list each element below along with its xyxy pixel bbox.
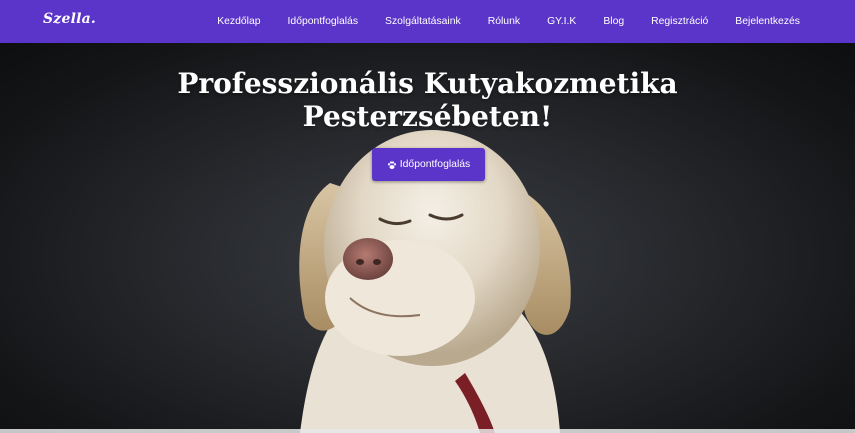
nav-item-rolunk[interactable]: Rólunk [488,16,520,27]
nav-item-kezdolap[interactable]: Kezdőlap [217,16,260,27]
nav-item-gyik[interactable]: GY.I.K [547,16,576,27]
nav-item-regisztracio[interactable]: Regisztráció [651,16,708,27]
brand-logo[interactable]: Szella. [43,11,96,27]
nav-item-szolgaltatasaink[interactable]: Szolgáltatásaink [385,16,461,27]
top-navbar: Szella. Kezdőlap Időpontfoglalás Szolgál… [0,0,855,43]
nav-item-idopontfoglalas[interactable]: Időpontfoglalás [288,16,358,27]
hero-headline: Professzionális Kutyakozmetika Pesterzsé… [0,67,855,133]
booking-cta-button[interactable]: Időpontfoglalás [372,148,485,181]
hero-section: Professzionális Kutyakozmetika Pesterzsé… [0,43,855,433]
nav-item-blog[interactable]: Blog [603,16,624,27]
main-nav: Kezdőlap Időpontfoglalás Szolgáltatásain… [217,0,800,43]
hero-headline-line2: Pesterzsébeten! [302,100,553,133]
booking-cta-label: Időpontfoglalás [399,159,471,170]
hero-headline-line1: Professzionális Kutyakozmetika [177,67,678,100]
paw-icon [387,160,396,169]
nav-item-bejelentkezes[interactable]: Bejelentkezés [735,16,800,27]
